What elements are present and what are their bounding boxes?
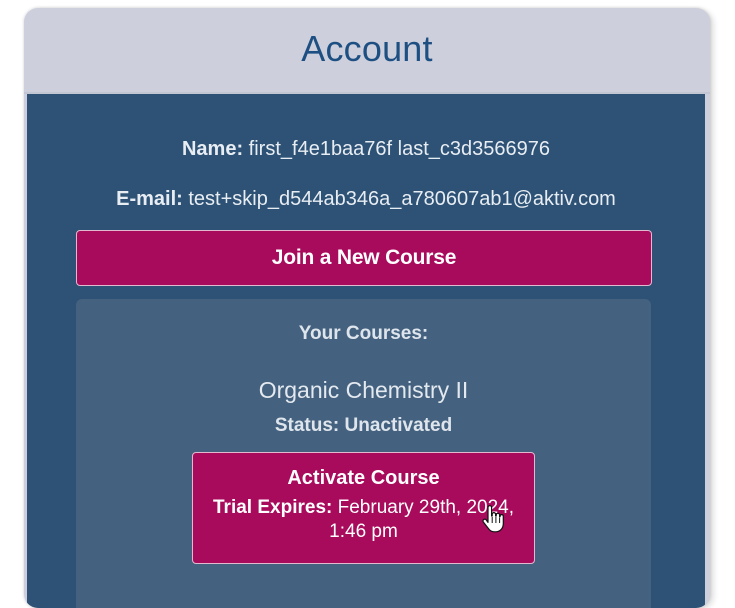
hand-pointer-cursor-icon [482,505,504,533]
join-new-course-button[interactable]: Join a New Course [76,230,652,286]
join-new-course-label: Join a New Course [271,246,457,269]
email-label: E-mail: [116,188,183,210]
email-row: E-mail: test+skip_d544ab346a_a780607ab1@… [27,188,705,211]
name-row: Name: first_f4e1baa76f last_c3d3566976 [27,138,705,161]
email-value: test+skip_d544ab346a_a780607ab1@aktiv.co… [188,188,616,210]
trial-expires-label: Trial Expires: [213,497,333,518]
account-body: Name: first_f4e1baa76f last_c3d3566976 E… [27,94,705,608]
account-card: Account Name: first_f4e1baa76f last_c3d3… [24,8,710,608]
course-status: Status: Unactivated [274,415,453,436]
name-value: first_f4e1baa76f last_c3d3566976 [248,138,551,160]
card-header: Account [24,8,710,94]
courses-panel: Your Courses: Organic Chemistry II Statu… [76,299,651,608]
course-name: Organic Chemistry II [258,377,469,403]
page-title: Account [301,28,433,69]
name-label: Name: [181,138,244,160]
courses-section-title: Your Courses: [298,323,429,344]
activate-course-label: Activate Course [287,467,440,489]
